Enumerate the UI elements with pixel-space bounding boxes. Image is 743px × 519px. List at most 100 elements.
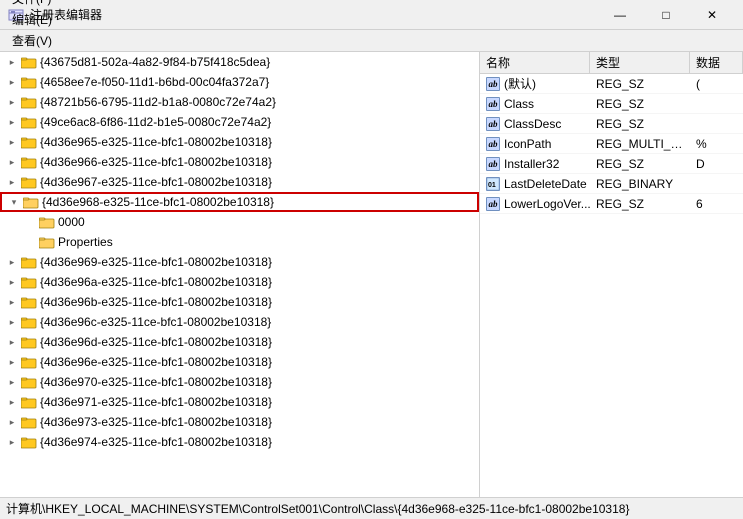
expand-icon[interactable]: ▸ (4, 414, 20, 430)
tree-item-label: {49ce6ac8-6f86-11d2-b1e5-0080c72e74a2} (40, 115, 271, 129)
tree-item-label: {4d36e96d-e325-11ce-bfc1-08002be10318} (40, 335, 272, 349)
expand-icon[interactable]: ▸ (4, 334, 20, 350)
value-row[interactable]: abLowerLogoVer...REG_SZ6 (480, 194, 743, 214)
tree-item[interactable]: 0000 (0, 212, 479, 232)
expand-icon[interactable]: ▸ (4, 354, 20, 370)
tree-item[interactable]: ▸ {4d36e974-e325-11ce-bfc1-08002be10318} (0, 432, 479, 452)
value-name-text: Class (504, 97, 534, 111)
value-name-text: Installer32 (504, 157, 559, 171)
expand-icon[interactable]: ▸ (4, 434, 20, 450)
tree-item[interactable]: ▸ {4d36e967-e325-11ce-bfc1-08002be10318} (0, 172, 479, 192)
expand-icon[interactable]: ▸ (4, 94, 20, 110)
values-container: ab(默认)REG_SZ(abClassREG_SZabClassDescREG… (480, 74, 743, 214)
expand-icon[interactable] (22, 234, 38, 250)
expand-icon[interactable]: ▾ (6, 194, 22, 210)
expand-icon[interactable]: ▸ (4, 254, 20, 270)
folder-icon (39, 215, 55, 229)
expand-icon[interactable]: ▸ (4, 374, 20, 390)
minimize-button[interactable]: — (597, 0, 643, 30)
expand-icon[interactable]: ▸ (4, 134, 20, 150)
folder-icon (21, 95, 37, 109)
expand-icon[interactable]: ▸ (4, 294, 20, 310)
tree-scroll[interactable]: ▸ {43675d81-502a-4a82-9f84-b75f418c5dea}… (0, 52, 479, 497)
folder-icon (21, 315, 37, 329)
value-row[interactable]: ab(默认)REG_SZ( (480, 74, 743, 94)
value-data-cell: ( (690, 77, 743, 91)
tree-item[interactable]: ▸ {4d36e96d-e325-11ce-bfc1-08002be10318} (0, 332, 479, 352)
folder-icon (21, 335, 37, 349)
close-button[interactable]: ✕ (689, 0, 735, 30)
tree-item[interactable]: ▸ {4d36e96e-e325-11ce-bfc1-08002be10318} (0, 352, 479, 372)
value-name-cell: 01 LastDeleteDate (480, 177, 590, 191)
status-bar: 计算机\HKEY_LOCAL_MACHINE\SYSTEM\ControlSet… (0, 497, 743, 519)
folder-icon (21, 55, 37, 69)
string-icon: ab (486, 97, 500, 111)
tree-item[interactable]: Properties (0, 232, 479, 252)
folder-icon (21, 175, 37, 189)
tree-item-label: {4d36e965-e325-11ce-bfc1-08002be10318} (40, 135, 272, 149)
tree-item[interactable]: ▸ {4658ee7e-f050-11d1-b6bd-00c04fa372a7} (0, 72, 479, 92)
value-row[interactable]: abClassDescREG_SZ (480, 114, 743, 134)
value-type-cell: REG_SZ (590, 77, 690, 91)
tree-item[interactable]: ▸ {4d36e971-e325-11ce-bfc1-08002be10318} (0, 392, 479, 412)
folder-icon (21, 355, 37, 369)
menu-item[interactable]: 查看(V) (4, 30, 72, 51)
value-data-cell: D (690, 157, 743, 171)
folder-icon (21, 375, 37, 389)
expand-icon[interactable]: ▸ (4, 314, 20, 330)
tree-item-label: {4d36e967-e325-11ce-bfc1-08002be10318} (40, 175, 272, 189)
col-header-name: 名称 (480, 52, 590, 73)
tree-item[interactable]: ▸ {4d36e965-e325-11ce-bfc1-08002be10318} (0, 132, 479, 152)
tree-item[interactable]: ▸ {4d36e96a-e325-11ce-bfc1-08002be10318} (0, 272, 479, 292)
expand-icon[interactable]: ▸ (4, 174, 20, 190)
value-name-text: IconPath (504, 137, 551, 151)
tree-item[interactable]: ▸ {4d36e970-e325-11ce-bfc1-08002be10318} (0, 372, 479, 392)
value-row[interactable]: 01 LastDeleteDateREG_BINARY (480, 174, 743, 194)
expand-icon[interactable]: ▸ (4, 54, 20, 70)
expand-icon[interactable]: ▸ (4, 154, 20, 170)
value-row[interactable]: abIconPathREG_MULTI_SZ% (480, 134, 743, 154)
menu-item[interactable]: 文件(F) (4, 0, 72, 9)
tree-item[interactable]: ▸ {4d36e96c-e325-11ce-bfc1-08002be10318} (0, 312, 479, 332)
value-type-cell: REG_SZ (590, 97, 690, 111)
folder-icon (21, 435, 37, 449)
tree-item[interactable]: ▸ {49ce6ac8-6f86-11d2-b1e5-0080c72e74a2} (0, 112, 479, 132)
value-type-cell: REG_SZ (590, 157, 690, 171)
tree-pane: ▸ {43675d81-502a-4a82-9f84-b75f418c5dea}… (0, 52, 480, 497)
col-header-type: 类型 (590, 52, 690, 73)
tree-item[interactable]: ▾ {4d36e968-e325-11ce-bfc1-08002be10318} (0, 192, 479, 212)
tree-item[interactable]: ▸ {43675d81-502a-4a82-9f84-b75f418c5dea} (0, 52, 479, 72)
window-controls: — □ ✕ (597, 0, 735, 30)
col-header-data: 数据 (690, 52, 743, 73)
tree-item[interactable]: ▸ {4d36e973-e325-11ce-bfc1-08002be10318} (0, 412, 479, 432)
value-data-cell: % (690, 137, 743, 151)
value-row[interactable]: ab Class REG_SZ (480, 94, 743, 114)
tree-item-label: {4d36e96c-e325-11ce-bfc1-08002be10318} (40, 315, 271, 329)
tree-item[interactable]: ▸ {4d36e966-e325-11ce-bfc1-08002be10318} (0, 152, 479, 172)
title-bar: 注册表编辑器 — □ ✕ (0, 0, 743, 30)
value-name-text: (默认) (504, 75, 536, 92)
expand-icon[interactable] (22, 214, 38, 230)
values-pane: 名称 类型 数据 ab(默认)REG_SZ(abClassREG_SZabCla… (480, 52, 743, 497)
value-row[interactable]: abInstaller32REG_SZD (480, 154, 743, 174)
expand-icon[interactable]: ▸ (4, 74, 20, 90)
svg-text:01: 01 (488, 182, 496, 189)
value-name-cell: abClassDesc (480, 117, 590, 131)
menu-item[interactable]: 编辑(E) (4, 9, 72, 30)
string-icon: ab (486, 137, 500, 151)
maximize-button[interactable]: □ (643, 0, 689, 30)
tree-item[interactable]: ▸ {4d36e96b-e325-11ce-bfc1-08002be10318} (0, 292, 479, 312)
value-type-cell: REG_SZ (590, 197, 690, 211)
folder-icon (21, 275, 37, 289)
expand-icon[interactable]: ▸ (4, 274, 20, 290)
tree-item[interactable]: ▸ {48721b56-6795-11d2-b1a8-0080c72e74a2} (0, 92, 479, 112)
folder-icon (21, 395, 37, 409)
status-path: 计算机\HKEY_LOCAL_MACHINE\SYSTEM\ControlSet… (6, 500, 629, 517)
value-type-cell: REG_SZ (590, 117, 690, 131)
folder-icon (21, 115, 37, 129)
expand-icon[interactable]: ▸ (4, 114, 20, 130)
folder-icon (21, 135, 37, 149)
tree-item[interactable]: ▸ {4d36e969-e325-11ce-bfc1-08002be10318} (0, 252, 479, 272)
value-name-text: LastDeleteDate (504, 177, 587, 191)
expand-icon[interactable]: ▸ (4, 394, 20, 410)
